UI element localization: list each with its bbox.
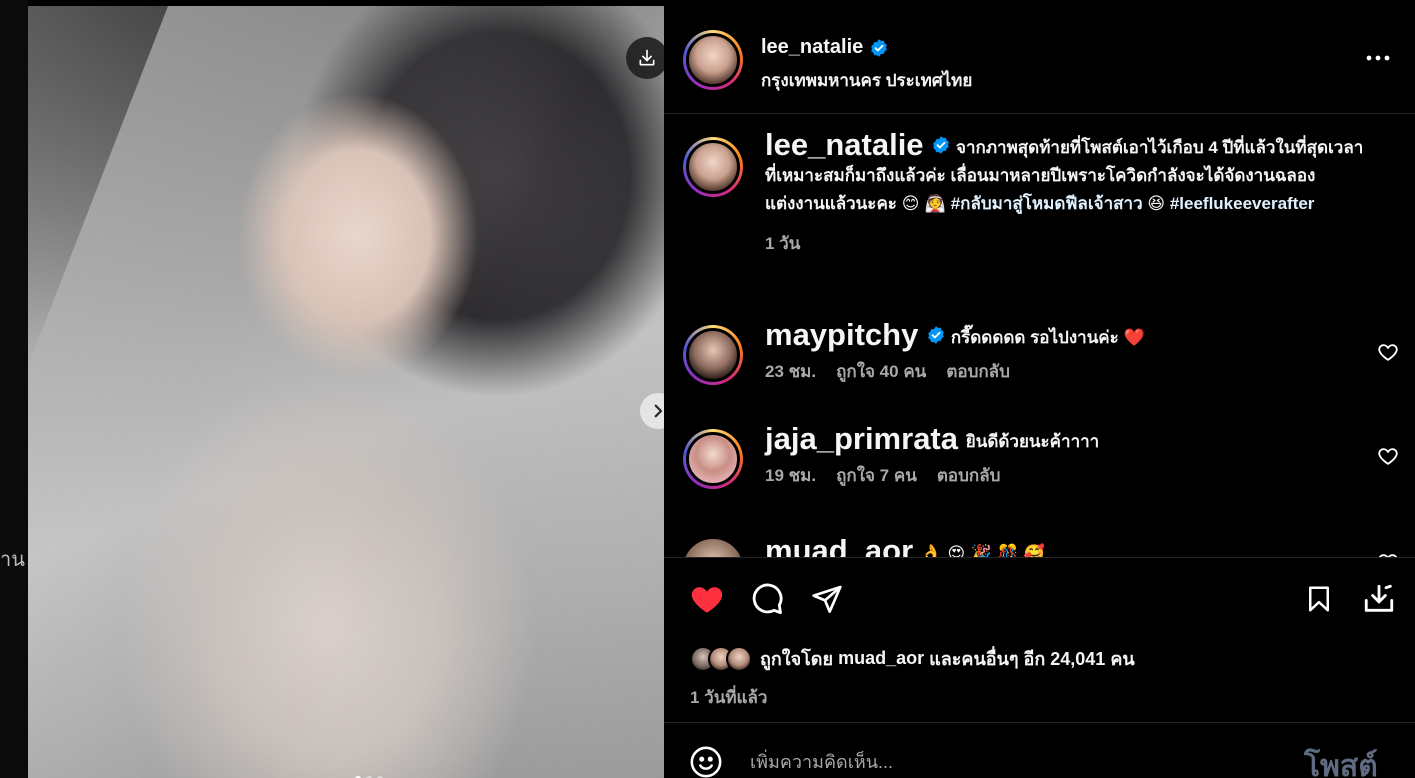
likes-others-link[interactable]: คนอื่นๆ อีก 24,041 คน [961,644,1134,673]
emoji-picker-icon[interactable] [689,745,723,778]
liker-avatars [690,645,752,672]
caption-emoji-end: 😆 [1147,194,1166,214]
add-comment-bar: โพสต์ [664,722,1415,778]
post-comment-button[interactable]: โพสต์ [1304,743,1378,778]
verified-badge-icon [933,136,950,154]
comment-likes[interactable]: ถูกใจ 40 คน [836,358,926,385]
caption-hashtag[interactable]: #leeflukeeverafter [1170,194,1315,213]
download-tray-icon [1364,584,1394,612]
verified-badge-icon [928,326,944,344]
comment-body: muad_aor 👌 😍 🎉 🎊 🥰 [765,535,1365,557]
save-button[interactable] [1300,580,1338,618]
caption-text-block: lee_natalie จากภาพสุดท้ายที่โพสต์เอาไว้เ… [765,129,1365,218]
post-actions: ถูกใจโดย muad_aor และ คนอื่นๆ อีก 24,041… [664,557,1415,727]
backdrop-partial-text: าน [0,549,25,571]
comment-time[interactable]: 23 ชม. [765,358,816,385]
caption-body: lee_natalie จากภาพสุดท้ายที่โพสต์เอาไว้เ… [765,129,1365,257]
caption-emoji: 😊 👰 [901,194,946,214]
caption-hashtag[interactable]: #กลับมาสู่โหมดฟีลเจ้าสาว [951,194,1143,213]
more-options-button[interactable] [1363,46,1393,70]
author-name-row: lee_natalie [761,36,889,59]
comment-username[interactable]: maypitchy [765,317,918,352]
caption-author-avatar[interactable] [683,137,743,197]
comment-like-heart-icon[interactable] [1377,341,1399,363]
comment-body: maypitchy กรี๊ดดดดด รอไปงานค่ะ ❤️ 23 ชม.… [765,319,1365,385]
caption-time[interactable]: 1 วัน [765,230,800,257]
commenter-avatar[interactable] [683,325,743,385]
comment-time[interactable]: 19 ชม. [765,462,816,489]
send-icon [812,585,842,613]
comment-input[interactable] [750,747,1270,777]
likes-user-link[interactable]: muad_aor [838,648,924,669]
comment-likes[interactable]: ถูกใจ 7 คน [836,462,917,489]
commenter-avatar[interactable] [683,539,743,557]
comment-text-block: maypitchy กรี๊ดดดดด รอไปงานค่ะ ❤️ [765,319,1365,352]
post-location[interactable]: กรุงเทพมหานคร ประเทศไทย [761,67,972,94]
share-button[interactable] [808,580,846,618]
bookmark-icon [1309,586,1329,612]
more-horizontal-icon [1366,55,1390,61]
comment-body: jaja_primrata ยินดีด้วยนะค้าาาา 19 ชม. ถ… [765,423,1365,489]
liker-avatar[interactable] [726,645,752,672]
download-icon [639,49,655,66]
heart-filled-icon [691,587,723,613]
chevron-right-icon [654,404,663,418]
caption-username[interactable]: lee_natalie [765,127,924,162]
page-backdrop[interactable]: าน [0,0,28,778]
comment-text: กรี๊ดดดดด รอไปงานค่ะ [950,328,1119,347]
author-avatar[interactable] [683,30,743,90]
comment-icon [752,583,783,615]
comment-meta: 19 ชม. ถูกใจ 7 คน ตอบกลับ [765,462,1365,489]
post-details-panel: lee_natalie กรุงเทพมหานคร ประเทศไทย lee_… [664,6,1415,778]
likes-prefix: ถูกใจโดย [760,649,834,669]
caption-meta: 1 วัน [765,230,1365,257]
comment-emoji: 👌 😍 🎉 🎊 🥰 [920,544,1045,557]
comment-text-block: muad_aor 👌 😍 🎉 🎊 🥰 [765,535,1365,557]
likes-middle: และ [929,649,962,669]
photo-veil-overlay [28,6,664,778]
comment-like-heart-icon[interactable] [1377,445,1399,467]
commenter-avatar[interactable] [683,429,743,489]
comment-meta: 23 ชม. ถูกใจ 40 คน ตอบกลับ [765,358,1365,385]
comments-list[interactable]: lee_natalie จากภาพสุดท้ายที่โพสต์เอาไว้เ… [664,115,1415,557]
comment-text: ยินดีด้วยนะค้าาาา [965,432,1100,451]
like-button[interactable] [688,580,726,618]
download-post-button[interactable] [1360,580,1398,618]
comment-emoji: ❤️ [1123,328,1145,348]
post-timestamp[interactable]: 1 วันที่แล้ว [690,684,767,711]
comment-username[interactable]: jaja_primrata [765,421,958,456]
comment-username[interactable]: muad_aor [765,533,913,557]
download-button[interactable] [626,37,664,79]
likes-summary: ถูกใจโดย muad_aor และ คนอื่นๆ อีก 24,041… [690,644,1135,673]
author-username[interactable]: lee_natalie [761,36,863,59]
reply-button[interactable]: ตอบกลับ [937,462,1001,489]
comment-button[interactable] [748,580,786,618]
reply-button[interactable]: ตอบกลับ [946,358,1010,385]
verified-badge-icon [871,38,888,57]
post-header: lee_natalie กรุงเทพมหานคร ประเทศไทย [664,6,1415,114]
comment-text-block: jaja_primrata ยินดีด้วยนะค้าาาา [765,423,1365,456]
post-photo[interactable] [28,6,664,778]
